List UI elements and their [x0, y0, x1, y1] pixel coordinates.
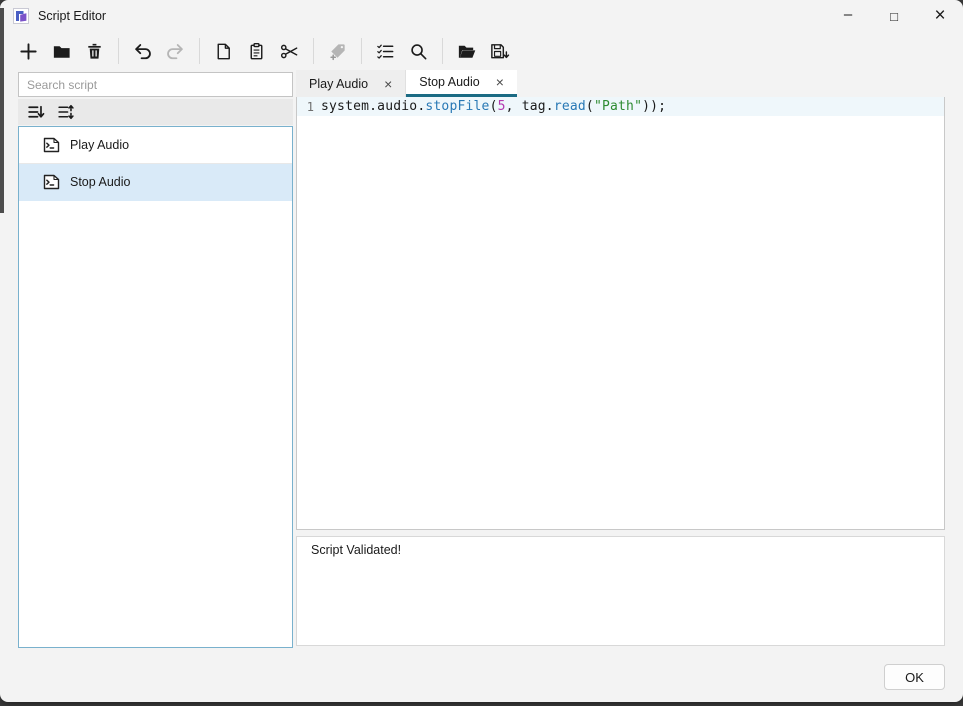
toolbar-separator: [199, 38, 200, 64]
maximize-icon: □: [890, 9, 898, 24]
toolbar-separator: [118, 38, 119, 64]
search-button[interactable]: [404, 37, 433, 66]
script-list: Play Audio Stop Audio: [18, 126, 293, 648]
list-item-stop-audio[interactable]: Stop Audio: [19, 164, 292, 201]
toolbar-separator: [361, 38, 362, 64]
minimize-button[interactable]: –: [825, 0, 871, 32]
undo-icon: [132, 41, 153, 62]
toolbar-separator: [442, 38, 443, 64]
script-file-icon: [43, 137, 61, 153]
sort-descending-icon: [27, 103, 45, 121]
script-file-icon: [43, 174, 61, 190]
add-script-button[interactable]: [14, 37, 43, 66]
delete-button[interactable]: [80, 37, 109, 66]
search-input[interactable]: [18, 72, 293, 97]
checklist-button[interactable]: [371, 37, 400, 66]
sort-descending-button[interactable]: [26, 102, 46, 122]
copy-icon: [213, 41, 234, 62]
list-item-label: Stop Audio: [70, 175, 130, 189]
background-window-edge: [0, 8, 4, 213]
window-controls: – □ ×: [825, 0, 963, 32]
paste-icon: [246, 41, 267, 62]
title-bar: Script Editor – □ ×: [0, 0, 963, 32]
sort-up-down-button[interactable]: [56, 102, 76, 122]
open-button[interactable]: [452, 37, 481, 66]
tab-play-audio[interactable]: Play Audio ×: [296, 70, 406, 97]
line-number: 1: [300, 100, 314, 114]
maximize-button[interactable]: □: [871, 0, 917, 32]
minimize-icon: –: [844, 6, 852, 23]
validation-panel: Script Validated!: [296, 536, 945, 646]
folder-icon: [51, 41, 72, 62]
redo-button[interactable]: [161, 37, 190, 66]
status-message: Script Validated!: [311, 543, 401, 557]
app-logo-icon: [13, 8, 29, 24]
checklist-icon: [375, 41, 396, 62]
toolbar-separator: [313, 38, 314, 64]
undo-button[interactable]: [128, 37, 157, 66]
list-item-label: Play Audio: [70, 138, 129, 152]
toolbar: [14, 34, 514, 68]
save-export-icon: [489, 41, 510, 62]
tab-label: Play Audio: [309, 77, 368, 91]
cut-button[interactable]: [275, 37, 304, 66]
sort-up-down-icon: [57, 103, 75, 121]
code-line: 1 system.audio.stopFile(5, tag.read("Pat…: [297, 97, 944, 116]
close-button[interactable]: ×: [917, 0, 963, 32]
scissors-icon: [279, 41, 300, 62]
list-item-play-audio[interactable]: Play Audio: [19, 127, 292, 164]
trash-icon: [84, 41, 105, 62]
save-export-button[interactable]: [485, 37, 514, 66]
tag-plus-icon: [327, 41, 348, 62]
code-editor[interactable]: 1 system.audio.stopFile(5, tag.read("Pat…: [296, 97, 945, 530]
close-icon: ×: [934, 5, 945, 27]
code-line-content: system.audio.stopFile(5, tag.read("Path"…: [321, 99, 666, 114]
tab-close-icon[interactable]: ×: [384, 77, 392, 91]
plus-icon: [18, 41, 39, 62]
script-browser-panel: Play Audio Stop Audio: [18, 72, 293, 648]
search-icon: [408, 41, 429, 62]
paste-button[interactable]: [242, 37, 271, 66]
list-toolbar: [18, 99, 293, 125]
ok-button[interactable]: OK: [884, 664, 945, 690]
tab-label: Stop Audio: [419, 75, 479, 89]
window-title: Script Editor: [38, 9, 106, 23]
redo-icon: [165, 41, 186, 62]
folder-open-icon: [456, 41, 477, 62]
tab-stop-audio[interactable]: Stop Audio ×: [406, 70, 517, 97]
script-editor-window: Script Editor – □ ×: [0, 0, 963, 702]
tab-close-icon[interactable]: ×: [496, 75, 504, 89]
add-tag-button[interactable]: [323, 37, 352, 66]
folder-button[interactable]: [47, 37, 76, 66]
editor-tab-bar: Play Audio × Stop Audio ×: [296, 70, 517, 97]
copy-button[interactable]: [209, 37, 238, 66]
